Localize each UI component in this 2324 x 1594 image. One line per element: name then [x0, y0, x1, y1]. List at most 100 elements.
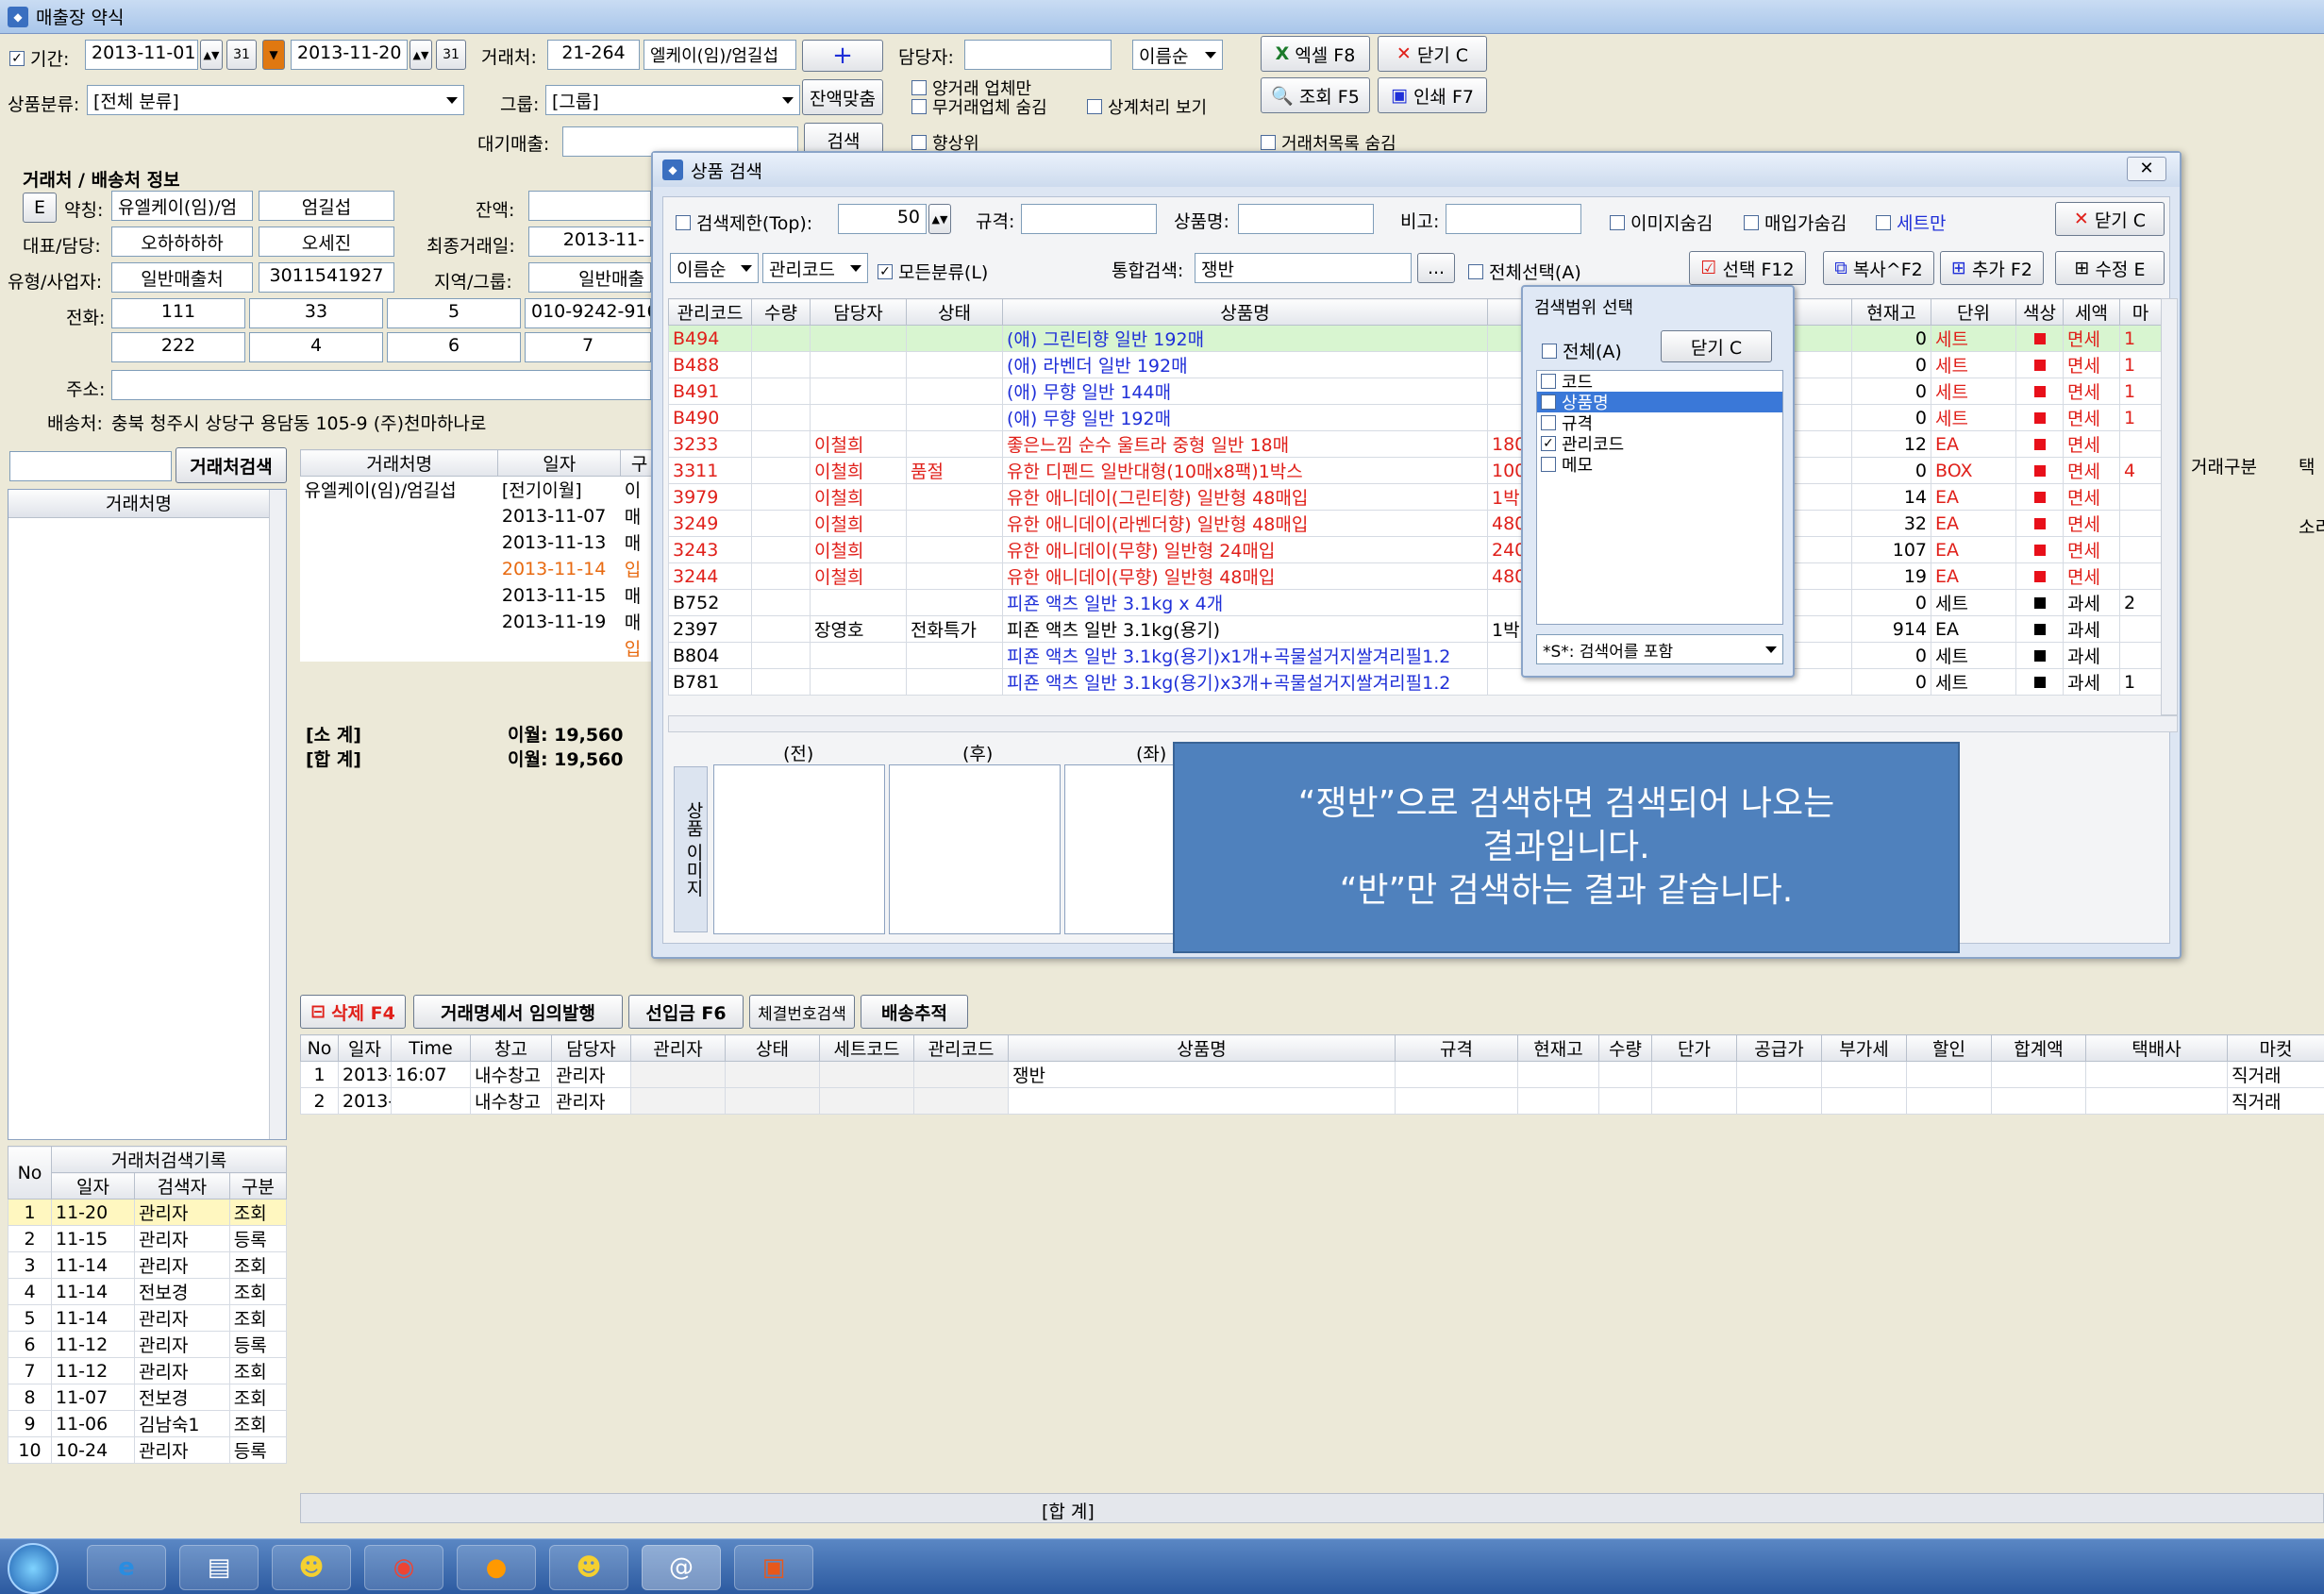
trade-row[interactable]: 유엘케이(임)/엄길섭 [전기이월] 이	[301, 477, 659, 503]
product-col-header[interactable]: 관리코드	[668, 298, 752, 326]
rep-field[interactable]: 오하하하하	[111, 227, 253, 257]
detail-col-header[interactable]: 상품명	[1008, 1034, 1396, 1062]
phone2-field-4[interactable]: 7	[525, 332, 651, 362]
select-button[interactable]: ☑ 선택 F12	[1689, 251, 1806, 285]
detail-col-header[interactable]: 현재고	[1517, 1034, 1599, 1062]
trade-row[interactable]: 2013-11-14 입	[301, 556, 659, 582]
scope-item-checkbox[interactable]: ✓	[1541, 436, 1556, 451]
detail-col-header[interactable]: 관리자	[630, 1034, 726, 1062]
detail-col-header[interactable]: 일자	[338, 1034, 392, 1062]
phone-field-2[interactable]: 33	[249, 298, 383, 328]
select-all-checkbox[interactable]: 전체선택(A)	[1468, 259, 1581, 284]
client-code-input[interactable]: 21-264	[547, 40, 640, 70]
product-col-header[interactable]: 세액	[2063, 298, 2120, 326]
messenger2-icon[interactable]: ☻	[549, 1545, 628, 1590]
history-row[interactable]: 7 11-12 관리자 조회	[8, 1357, 288, 1384]
scope-all-checkbox[interactable]: 전체(A)	[1542, 338, 1622, 363]
product-row[interactable]: B781 피죤 액츠 일반 3.1kg(용기)x3개+곡물설거지쌀겨리필1.2 0 세…	[668, 668, 2162, 696]
dlg-code-select[interactable]: 관리코드	[762, 253, 868, 283]
hide-image-checkbox[interactable]: 이미지숨김	[1610, 210, 1713, 235]
scope-item-checkbox[interactable]	[1541, 374, 1556, 389]
client-short-name[interactable]: 유엘케이(임)/엄	[111, 191, 253, 221]
chrome-icon[interactable]: ◉	[364, 1545, 443, 1590]
date-to-spin[interactable]: ▲▼	[410, 40, 432, 70]
history-row[interactable]: 10 10-24 관리자 등록	[8, 1436, 288, 1464]
product-vscrollbar[interactable]	[2161, 298, 2178, 715]
scope-item[interactable]: ✓ 상품명	[1537, 392, 1782, 413]
detail-col-header[interactable]: 할인	[1906, 1034, 1992, 1062]
product-row[interactable]: 3233 이철희 좋은느낌 순수 울트라 중형 일반 18매 180 12 EA 면세	[668, 430, 2162, 458]
history-row[interactable]: 8 11-07 전보경 조회	[8, 1384, 288, 1411]
hide-buy-checkbox[interactable]: 매입가숨김	[1744, 210, 1847, 235]
history-row[interactable]: 5 11-14 관리자 조회	[8, 1304, 288, 1332]
phone-field-1[interactable]: 111	[111, 298, 245, 328]
product-row[interactable]: B490 (애) 무향 일반 192매 0 세트 면세 1	[668, 404, 2162, 431]
client-name-input[interactable]: 엘케이(임)/엄길섭	[644, 40, 796, 70]
product-col-header[interactable]: 상품명	[1002, 298, 1488, 326]
close-main-button[interactable]: ✕ 닫기 C	[1378, 36, 1487, 72]
detail-col-header[interactable]: 택배사	[2085, 1034, 2228, 1062]
period-checkbox[interactable]: ✓ 기간:	[9, 45, 69, 71]
product-col-header[interactable]: 수량	[751, 298, 811, 326]
phone2-field-3[interactable]: 6	[387, 332, 521, 362]
product-col-header[interactable]: 마	[2119, 298, 2162, 326]
product-col-header[interactable]: 색상	[2015, 298, 2064, 326]
bizno-field[interactable]: 3011541927	[259, 262, 394, 293]
explorer-icon[interactable]: ▤	[179, 1545, 259, 1590]
calendar-to-button[interactable]: 31	[436, 40, 466, 70]
print-button[interactable]: ▣ 인쇄 F7	[1378, 77, 1487, 113]
group-select[interactable]: [그룹]	[545, 85, 800, 115]
add-client-button[interactable]: +	[802, 40, 883, 72]
invoice-button[interactable]: 거래명세서 임의발행	[413, 995, 623, 1029]
detail-col-header[interactable]: 세트코드	[819, 1034, 914, 1062]
trade-row[interactable]: 2013-11-07 매	[301, 503, 659, 529]
product-row[interactable]: B488 (애) 라벤더 일반 192매 0 세트 면세 1	[668, 351, 2162, 378]
date-from-input[interactable]: 2013-11-01	[85, 40, 198, 70]
client-search-button[interactable]: 거래처검색	[176, 447, 287, 483]
date-to-input[interactable]: 2013-11-20	[291, 40, 408, 70]
scope-item[interactable]: ✓ 관리코드	[1537, 433, 1782, 455]
delete-button[interactable]: ⊟ 삭제 F4	[300, 995, 406, 1029]
type-field[interactable]: 일반매출처	[111, 262, 253, 293]
detail-col-header[interactable]: 단가	[1651, 1034, 1737, 1062]
phone-field-3[interactable]: 5	[387, 298, 521, 328]
powerpoint-icon[interactable]: ▣	[734, 1545, 813, 1590]
ship-track-button[interactable]: 배송추적	[861, 995, 968, 1029]
prepay-button[interactable]: 선입금 F6	[628, 995, 744, 1029]
scope-close-button[interactable]: 닫기 C	[1661, 330, 1772, 362]
product-cat-select[interactable]: [전체 분류]	[87, 85, 464, 115]
scope-mode-select[interactable]: *S*: 검색어를 포함	[1536, 634, 1783, 664]
set-only-checkbox[interactable]: 세트만	[1876, 210, 1946, 235]
trade-row[interactable]: 2013-11-19 매	[301, 609, 659, 635]
dlg-name-input[interactable]	[1238, 204, 1374, 234]
copy-button[interactable]: ⧉ 복사^F2	[1823, 251, 1934, 285]
client-edit-button[interactable]: E	[23, 193, 57, 223]
trade-row[interactable]: 2013-11-13 매	[301, 529, 659, 556]
app-icon-2[interactable]: ●	[457, 1545, 536, 1590]
trade-row[interactable]: 입	[301, 635, 659, 662]
dialog-close-x-icon[interactable]: ✕	[2127, 157, 2166, 181]
more-button[interactable]: ...	[1417, 253, 1455, 283]
detail-col-header[interactable]: 공급가	[1736, 1034, 1822, 1062]
product-results-table[interactable]: 관리코드 수량 담당자 상태 상품명 현재고 단위 색상 세액 마 B494 (애) 그린티향 일반…	[668, 298, 2162, 696]
detail-row[interactable]: 1 2013- 16:07 내수창고 관리자 쟁반 직거래	[300, 1061, 2324, 1088]
client-list-panel[interactable]: 거래처명	[8, 489, 287, 1140]
product-row[interactable]: 3311 이철희 품절 유한 디펜드 일반대형(10매x8팩)1박스 100 0 BOX 면세…	[668, 457, 2162, 484]
add-button[interactable]: ⊞ 추가 F2	[1940, 251, 2044, 285]
scope-item-checkbox[interactable]: ✓	[1541, 394, 1556, 410]
product-row[interactable]: 3243 이철희 유한 애니데이(무향) 일반형 24매입 240 107 EA 면세	[668, 536, 2162, 563]
detail-col-header[interactable]: 부가세	[1821, 1034, 1907, 1062]
product-row[interactable]: 3244 이철희 유한 애니데이(무향) 일반형 48매입 480 19 EA 면세	[668, 562, 2162, 590]
product-col-header[interactable]: 담당자	[810, 298, 907, 326]
detail-col-header[interactable]: 수량	[1598, 1034, 1652, 1062]
ie-icon[interactable]: e	[87, 1545, 166, 1590]
messenger-icon[interactable]: ☻	[272, 1545, 351, 1590]
history-row[interactable]: 3 11-14 관리자 조회	[8, 1251, 288, 1279]
phone2-field-2[interactable]: 4	[249, 332, 383, 362]
detail-col-header[interactable]: 마컷	[2227, 1034, 2324, 1062]
history-row[interactable]: 6 11-12 관리자 등록	[8, 1331, 288, 1358]
scope-item-checkbox[interactable]	[1541, 457, 1556, 472]
product-row[interactable]: 3249 이철희 유한 애니데이(라벤더향) 일반형 48매입 480 32 EA 면세	[668, 510, 2162, 537]
history-row[interactable]: 4 11-14 전보경 조회	[8, 1278, 288, 1305]
product-row[interactable]: B804 피죤 액츠 일반 3.1kg(용기)x1개+곡물설거지쌀겨리필1.2 0 세…	[668, 642, 2162, 669]
